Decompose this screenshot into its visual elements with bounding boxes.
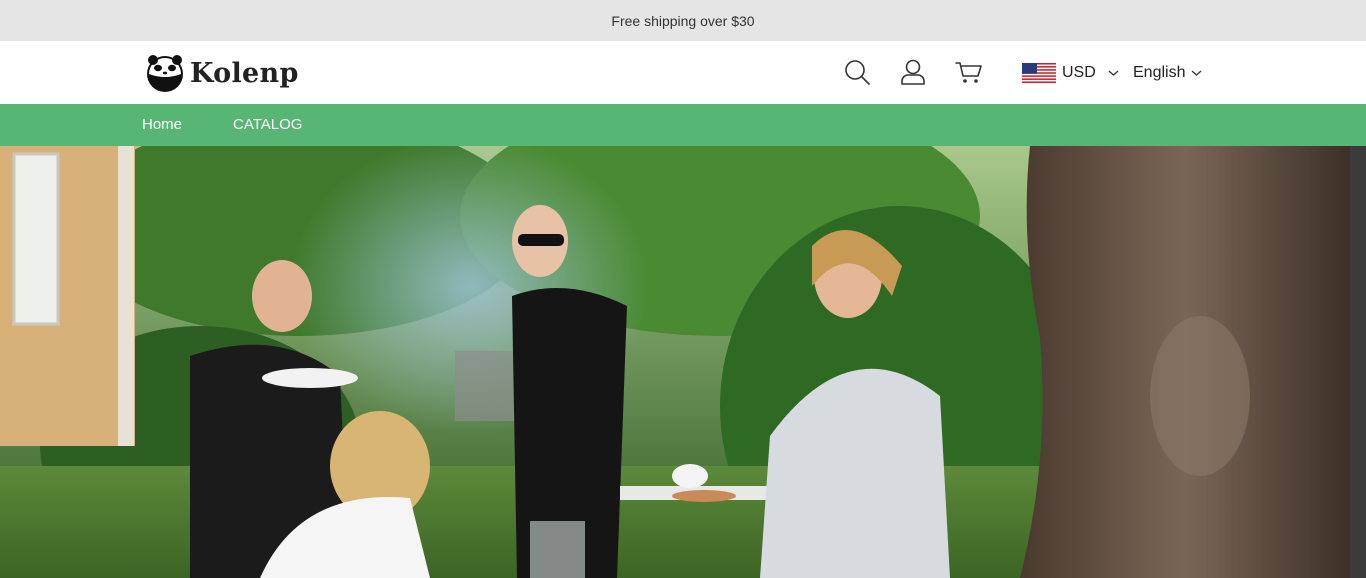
panda-logo-icon [147, 55, 183, 92]
hero-image [0, 146, 1366, 578]
language-selector[interactable]: English [1133, 61, 1202, 85]
nav-item-home[interactable]: Home [142, 104, 182, 146]
announcement-text: Free shipping over $30 [611, 12, 755, 29]
currency-selector[interactable]: USD [1022, 61, 1119, 85]
language-label: English [1133, 64, 1186, 81]
account-icon[interactable] [899, 58, 927, 86]
brand-name: Kolenp [190, 57, 299, 89]
nav-item-catalog[interactable]: CATALOG [233, 104, 302, 146]
hero-banner [0, 146, 1366, 578]
chevron-down-icon [1108, 70, 1119, 76]
main-nav: Home CATALOG [0, 104, 1366, 146]
us-flag-icon [1022, 63, 1056, 83]
chevron-down-icon [1192, 70, 1202, 76]
currency-label: USD [1062, 64, 1096, 81]
announcement-bar: Free shipping over $30 [0, 0, 1366, 41]
logo-link[interactable]: Kolenp [146, 52, 299, 94]
cart-icon[interactable] [955, 58, 983, 86]
search-icon[interactable] [843, 58, 871, 86]
site-header: Kolenp USD English [0, 41, 1366, 104]
